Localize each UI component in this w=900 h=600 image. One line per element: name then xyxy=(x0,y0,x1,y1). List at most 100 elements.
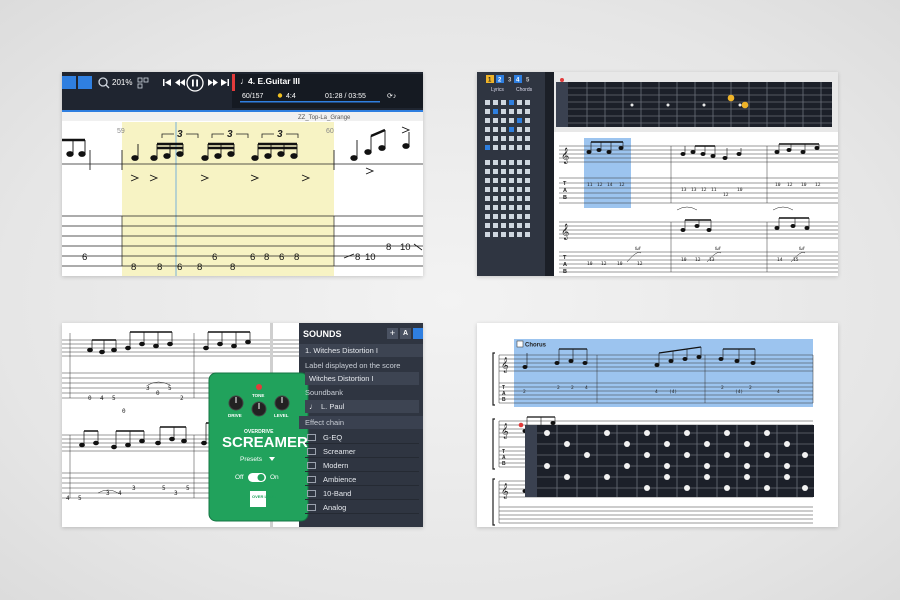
tab-number: 2 xyxy=(180,395,184,402)
tab-number: 0 xyxy=(88,395,92,402)
effect-item-ambience[interactable]: Ambience xyxy=(305,473,419,486)
effect-item-analog[interactable]: Analog xyxy=(305,501,419,514)
effect-icon xyxy=(307,490,316,497)
tab-number: 10 xyxy=(365,252,376,263)
soundbank-item[interactable]: ♩ L. Paul xyxy=(305,400,419,413)
loop-icon[interactable]: ⟳♪ xyxy=(387,93,396,100)
metronome-dot xyxy=(277,93,283,98)
time-signature: 4:4 xyxy=(286,93,296,100)
zoom-level[interactable]: 201% xyxy=(112,78,132,87)
tab-number: 0 xyxy=(122,408,126,415)
effect-icon xyxy=(307,504,316,511)
effect-item-screamer[interactable]: Screamer xyxy=(305,445,419,458)
svg-text:A: A xyxy=(563,262,567,268)
svg-text:B: B xyxy=(563,195,567,201)
tab-number: 6 xyxy=(177,262,182,273)
panel1-canvas: 201% ♩ 4. E.Guitar III 60/157 4:4 01:28 … xyxy=(62,72,423,276)
treble-clef-icon: 𝄞 xyxy=(501,483,509,499)
effect-icon xyxy=(307,462,316,469)
tab-number: 6 xyxy=(212,252,217,263)
tab-number: (4) xyxy=(735,389,743,395)
led-indicator xyxy=(256,384,262,390)
tab-number: 4 xyxy=(118,490,122,497)
label-input[interactable]: Witches Distortion I xyxy=(305,372,419,385)
tab-number: 8 xyxy=(131,262,136,273)
bar-number-59: 59 xyxy=(117,128,125,135)
fretboard[interactable] xyxy=(525,425,814,497)
tab-number: 3 xyxy=(106,490,110,497)
tab-number: 10 xyxy=(617,261,623,267)
svg-text:A: A xyxy=(563,188,567,194)
tab-number: 2 xyxy=(557,385,560,391)
tab-number: 6 xyxy=(279,252,284,263)
tab-number: 8 xyxy=(386,242,391,253)
record-indicator xyxy=(560,78,564,82)
tab-number: 10 xyxy=(775,182,781,188)
effect-icon xyxy=(307,434,316,441)
tab-number: 2 xyxy=(523,389,526,395)
tab-number: 12 xyxy=(601,261,607,267)
tab-number: 3 xyxy=(174,490,178,497)
tab-number: 12 xyxy=(637,261,643,267)
effect-icon xyxy=(307,448,316,455)
tab-number: 5 xyxy=(78,495,82,502)
effect-item-geq[interactable]: G-EQ xyxy=(305,431,419,444)
tab-number: 5 xyxy=(162,485,166,492)
tab-number: 10 xyxy=(737,187,743,193)
screamer-pedal[interactable]: TONE DRIVE LEVEL OVERDRIVE SCREAMER Pres… xyxy=(208,372,309,522)
tab-number: 4 xyxy=(777,389,780,395)
tab-number: 13 xyxy=(691,187,697,193)
pedal-name: SCREAMER xyxy=(222,434,308,451)
track-name: 4. E.Guitar III xyxy=(248,76,300,86)
tab-number: 4 xyxy=(585,385,588,391)
triplet-mark: 3 xyxy=(277,129,283,140)
svg-text:B: B xyxy=(502,397,506,403)
add-sound-button[interactable]: + xyxy=(387,328,398,339)
track-sound-item[interactable]: 1. Witches Distortion I xyxy=(299,344,423,357)
tab-number: 6 xyxy=(250,252,255,263)
effect-chain-list: G-EQ Screamer Modern Ambience 10-Band An… xyxy=(305,431,419,527)
view-mode-button-2[interactable] xyxy=(78,76,92,89)
song-title: ZZ_Top-La_Grange xyxy=(298,115,351,121)
tab-number: 2 xyxy=(749,385,752,391)
score-view-chorus: Chorus 𝄞 𝄞 𝄞 T A B T A B 2 2 2 4 4 (4) 2… xyxy=(477,323,838,527)
automation-button[interactable]: A xyxy=(400,328,411,339)
on-label: On xyxy=(270,474,279,481)
presets-dropdown[interactable]: Presets xyxy=(240,456,263,463)
tab-number: 8 xyxy=(197,262,202,273)
view-mode-button-1[interactable] xyxy=(62,76,76,89)
fretboard[interactable] xyxy=(556,82,832,127)
tab-number: 0 xyxy=(156,390,160,397)
effect-item-10band[interactable]: 10-Band xyxy=(305,487,419,500)
level-label: LEVEL xyxy=(274,413,289,418)
sounds-title: SOUNDS xyxy=(303,329,342,339)
tab-number: 4 xyxy=(100,395,104,402)
tab-number: 13 xyxy=(681,187,687,193)
tab-number: 8 xyxy=(264,252,269,263)
panel4-canvas: Chorus 𝄞 𝄞 𝄞 T A B T A B 2 2 2 4 4 (4) 2… xyxy=(477,323,838,527)
lyrics-button[interactable]: Lyrics xyxy=(491,87,504,93)
label-section-header: Label displayed on the score xyxy=(305,361,401,370)
treble-clef-icon: 𝄞 xyxy=(561,147,569,164)
tab-number: 15 xyxy=(793,257,799,263)
score-view-fretboard: 1 2 3 4 5 Lyrics Chords 𝄞 𝄞 T A B T A B … xyxy=(477,72,838,276)
panel-toggle-button[interactable] xyxy=(413,328,423,339)
tab-number: 12 xyxy=(701,187,707,193)
svg-text:B: B xyxy=(563,269,567,275)
soundbank-value: L. Paul xyxy=(321,402,345,411)
chords-button[interactable]: Chords xyxy=(516,87,533,93)
tab-number: 12 xyxy=(619,182,625,188)
soundbank-header: Soundbank xyxy=(305,388,343,397)
effect-item-modern[interactable]: Modern xyxy=(305,459,419,472)
fret-note-highlight[interactable] xyxy=(727,94,735,102)
svg-text:OVER LOUD: OVER LOUD xyxy=(252,494,276,499)
tab-number: 8 xyxy=(294,252,299,263)
off-label: Off xyxy=(235,474,244,481)
tab-number: 2 xyxy=(721,385,724,391)
record-indicator xyxy=(518,422,524,428)
tab-number: 4 xyxy=(655,389,658,395)
fret-note-highlight[interactable] xyxy=(741,101,749,109)
tab-number: 5 xyxy=(186,485,190,492)
tab-number: 3 xyxy=(146,385,150,392)
bar-position: 60/157 xyxy=(242,93,264,100)
